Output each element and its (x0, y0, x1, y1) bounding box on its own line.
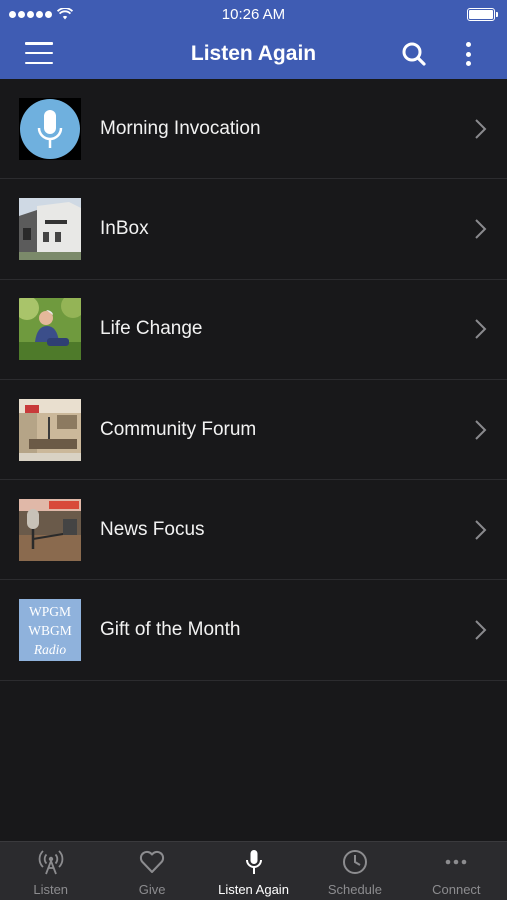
chevron-right-icon (475, 219, 487, 239)
tab-listen-again[interactable]: Listen Again (203, 842, 304, 900)
chevron-right-icon (475, 419, 487, 440)
broadcast-icon (38, 850, 63, 875)
chevron-right-icon (475, 620, 487, 640)
tab-label: Give (138, 882, 166, 897)
studio-photo-thumbnail (19, 398, 81, 461)
tab-give[interactable]: Give (101, 842, 202, 900)
status-left (9, 8, 73, 20)
list-item-news-focus[interactable]: News Focus (0, 480, 507, 581)
tab-connect[interactable]: Connect (406, 842, 507, 900)
list-item-label: Morning Invocation (100, 117, 261, 139)
microphone-thumbnail (19, 97, 81, 160)
list-item-morning-invocation[interactable]: Morning Invocation (0, 79, 507, 180)
list-item-label: InBox (100, 217, 149, 239)
person-photo-thumbnail (19, 298, 81, 361)
battery-icon (467, 7, 498, 21)
list-item-label: Life Change (100, 318, 203, 340)
list-item-label: Gift of the Month (100, 619, 241, 641)
page-title: Listen Again (190, 41, 317, 65)
microphone-icon (245, 850, 262, 874)
tab-bar: Listen Give Listen Again Schedule Connec… (0, 841, 507, 900)
station-logo-thumbnail: WPGM WBGM Radio (19, 599, 81, 662)
tab-label: Listen (33, 882, 69, 897)
chevron-right-icon (475, 319, 487, 339)
list-item-label: News Focus (100, 518, 205, 540)
logo-line-2: WBGM (28, 622, 72, 638)
wifi-icon (57, 8, 73, 20)
chevron-right-icon (475, 118, 487, 139)
more-vertical-icon[interactable] (458, 40, 478, 68)
tab-label: Connect (432, 882, 481, 897)
list-item-gift-of-the-month[interactable]: WPGM WBGM Radio Gift of the Month (0, 580, 507, 681)
navigation-bar: Listen Again (0, 28, 507, 79)
list-item-label: Community Forum (100, 418, 257, 440)
list-item-community-forum[interactable]: Community Forum (0, 380, 507, 481)
chevron-right-icon (475, 520, 487, 540)
more-horizontal-icon (446, 859, 467, 865)
clock-icon (342, 850, 367, 874)
microphone-photo-thumbnail (19, 498, 81, 561)
logo-line-3: Radio (33, 641, 67, 657)
logo-line-1: WPGM (28, 603, 71, 619)
tab-listen[interactable]: Listen (0, 842, 101, 900)
status-time: 10:26 AM (221, 5, 286, 23)
tab-label: Schedule (327, 882, 383, 897)
signal-dots-icon (9, 10, 52, 18)
tab-label: Listen Again (218, 882, 289, 897)
heart-icon (140, 850, 165, 873)
list-item-life-change[interactable]: Life Change (0, 280, 507, 380)
program-list: Morning Invocation InBox Life Change Com… (0, 79, 507, 681)
list-item-inbox[interactable]: InBox (0, 179, 507, 280)
status-bar: 10:26 AM (0, 0, 507, 28)
building-photo-thumbnail (19, 197, 81, 260)
search-icon[interactable] (400, 40, 428, 68)
tab-schedule[interactable]: Schedule (304, 842, 405, 900)
